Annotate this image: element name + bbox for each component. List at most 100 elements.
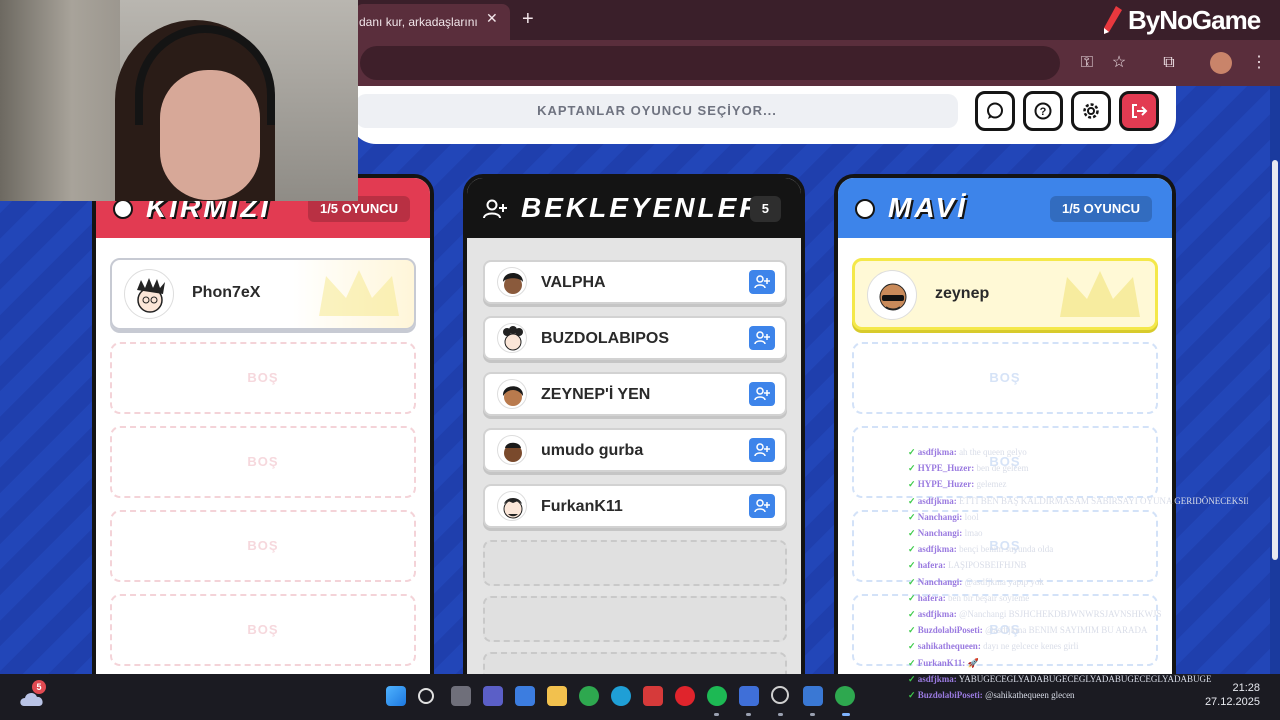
player-name: FurkanK11	[541, 498, 623, 515]
active-indicator	[842, 713, 850, 716]
pen-logo-icon	[1104, 6, 1122, 34]
list-item[interactable]: ZEYNEP'İ YEN	[483, 372, 787, 416]
teams-icon[interactable]	[483, 686, 503, 706]
waiting-title: BEKLEYENLER	[521, 192, 763, 223]
pick-player-button[interactable]	[749, 382, 775, 406]
add-user-icon	[483, 199, 507, 219]
file-explorer-icon[interactable]	[547, 686, 567, 706]
chrome-active-icon[interactable]	[835, 686, 855, 706]
crown-icon	[319, 270, 399, 316]
pick-player-button[interactable]	[749, 494, 775, 518]
profile-avatar[interactable]	[1210, 52, 1232, 74]
bookmark-star-icon[interactable]: ☆	[1108, 52, 1130, 74]
weather-badge: 5	[32, 680, 46, 694]
avatar	[497, 267, 527, 297]
task-view-icon[interactable]	[451, 686, 471, 706]
help-button[interactable]: ?	[1023, 91, 1063, 131]
team-radio-icon[interactable]	[112, 198, 134, 220]
search-icon[interactable]	[418, 688, 434, 704]
team-radio-icon[interactable]	[854, 198, 876, 220]
chat-message: ✓ asdfjkma: YABUGECEGLYADABUGECEGLYADABU…	[908, 673, 1212, 684]
chat-message: ✓ sahikathequeen: dayı ne gelcece kenes …	[908, 641, 1079, 652]
opera-icon[interactable]	[675, 686, 695, 706]
red-team-panel: KIRMIZI 1/5 OYUNCU Phon7eX BOŞ BOŞ BOŞ B…	[92, 174, 434, 684]
obs-icon[interactable]	[771, 686, 789, 704]
chat-bubble-icon	[987, 102, 1003, 119]
store-icon[interactable]	[515, 686, 535, 706]
chat-message: ✓ asdfjkma: @Nanchangi BSJHCHEKDBJWNWRSJ…	[908, 609, 1162, 620]
list-item[interactable]: FurkanK11	[483, 484, 787, 528]
player-name: umudo gurba	[541, 442, 644, 459]
chat-message: ✓ hafera: ben bir beşair söyleme	[908, 592, 1030, 603]
pick-player-button[interactable]	[749, 270, 775, 294]
stream-chat-overlay: ✓ asdfjkma: ah the queen gelyo ✓ HYPE_Hu…	[908, 444, 1248, 703]
chat-message: ✓ hafera: LAŞIPOSBEIFHJNB	[908, 560, 1027, 571]
avatar	[497, 323, 527, 353]
empty-slot[interactable]: BOŞ	[110, 594, 416, 666]
list-item[interactable]: VALPHA	[483, 260, 787, 304]
spotify-icon[interactable]	[707, 686, 727, 706]
empty-slot[interactable]: BOŞ	[110, 510, 416, 582]
game-status: KAPTANLAR OYUNCU SEÇİYOR...	[356, 94, 958, 128]
edge-icon[interactable]	[611, 686, 631, 706]
leave-room-button[interactable]	[1119, 91, 1159, 131]
new-tab-button[interactable]: +	[522, 8, 534, 31]
chat-message: ✓ Nanchangi: @asdfjkma yapıp yok	[908, 576, 1044, 587]
close-tab-icon[interactable]: ✕	[486, 10, 498, 27]
blue-team-header: MAVİ 1/5 OYUNCU	[838, 178, 1172, 238]
chat-message: ✓ Nanchangi: lool	[908, 511, 979, 522]
running-indicator	[778, 713, 783, 716]
scrollbar-thumb[interactable]	[1272, 160, 1278, 560]
chat-button[interactable]	[975, 91, 1015, 131]
player-name: BUZDOLABIPOS	[541, 330, 669, 347]
document-icon[interactable]	[739, 686, 759, 706]
browser-menu-icon[interactable]: ⋮	[1248, 52, 1270, 74]
waiting-count: 5	[749, 196, 781, 222]
captain-card[interactable]: Phon7eX	[110, 258, 416, 330]
chat-message: ✓ Nanchangi: lmao	[908, 528, 983, 539]
chrome-icon[interactable]	[579, 686, 599, 706]
youtube-icon[interactable]	[643, 686, 663, 706]
add-user-icon	[754, 275, 770, 289]
chat-message: ✓ asdfjkma: ETTİ BEN BAŞ KALDIRMASAM SAB…	[908, 495, 1248, 506]
clock-date: 27.12.2025	[1204, 696, 1260, 708]
help-icon: ?	[1034, 102, 1052, 120]
running-indicator	[810, 713, 815, 716]
running-indicator	[714, 713, 719, 716]
crown-icon	[1060, 271, 1140, 317]
empty-slot[interactable]: BOŞ	[110, 426, 416, 498]
webcam-background	[0, 0, 120, 201]
chat-message: ✓ BuzdolabiPoseti: @asdfjkma BENIM SAYIM…	[908, 625, 1148, 636]
waiting-header: BEKLEYENLER 5	[467, 178, 801, 238]
windows-start-icon[interactable]	[386, 686, 406, 706]
pick-player-button[interactable]	[749, 438, 775, 462]
app-icon[interactable]	[803, 686, 823, 706]
chat-message: ✓ asdfjkma: ah the queen gelyo	[908, 447, 1027, 457]
blue-team-title: MAVİ	[888, 192, 968, 223]
clock-time: 21:28	[1232, 682, 1260, 694]
address-field[interactable]	[360, 46, 1060, 80]
player-name: Phon7eX	[192, 284, 261, 301]
add-user-icon	[754, 387, 770, 401]
chat-message: ✓ BuzdolabiPoseti: @sahikathequeen glece…	[908, 690, 1075, 701]
system-clock[interactable]: 21:28 27.12.2025	[1205, 681, 1260, 709]
captain-card[interactable]: zeynep	[852, 258, 1158, 330]
key-icon[interactable]: ⚿	[1076, 52, 1098, 74]
settings-button[interactable]	[1071, 91, 1111, 131]
svg-text:?: ?	[1040, 106, 1047, 118]
avatar	[497, 491, 527, 521]
list-item[interactable]: umudo gurba	[483, 428, 787, 472]
player-name: zeynep	[935, 285, 990, 302]
blue-team-count: 1/5 OYUNCU	[1049, 196, 1152, 222]
empty-slot	[483, 540, 787, 586]
red-team-slots: Phon7eX BOŞ BOŞ BOŞ BOŞ	[96, 238, 430, 680]
pick-player-button[interactable]	[749, 326, 775, 350]
waiting-list: VALPHA BUZDOLABIPOS ZEYNEP'İ YEN umudo g…	[467, 238, 801, 680]
avatar	[497, 435, 527, 465]
avatar	[124, 269, 174, 319]
empty-slot[interactable]: BOŞ	[110, 342, 416, 414]
avatar	[867, 270, 917, 320]
list-item[interactable]: BUZDOLABIPOS	[483, 316, 787, 360]
empty-slot[interactable]: BOŞ	[852, 342, 1158, 414]
extensions-icon[interactable]: ⧉	[1158, 52, 1180, 74]
